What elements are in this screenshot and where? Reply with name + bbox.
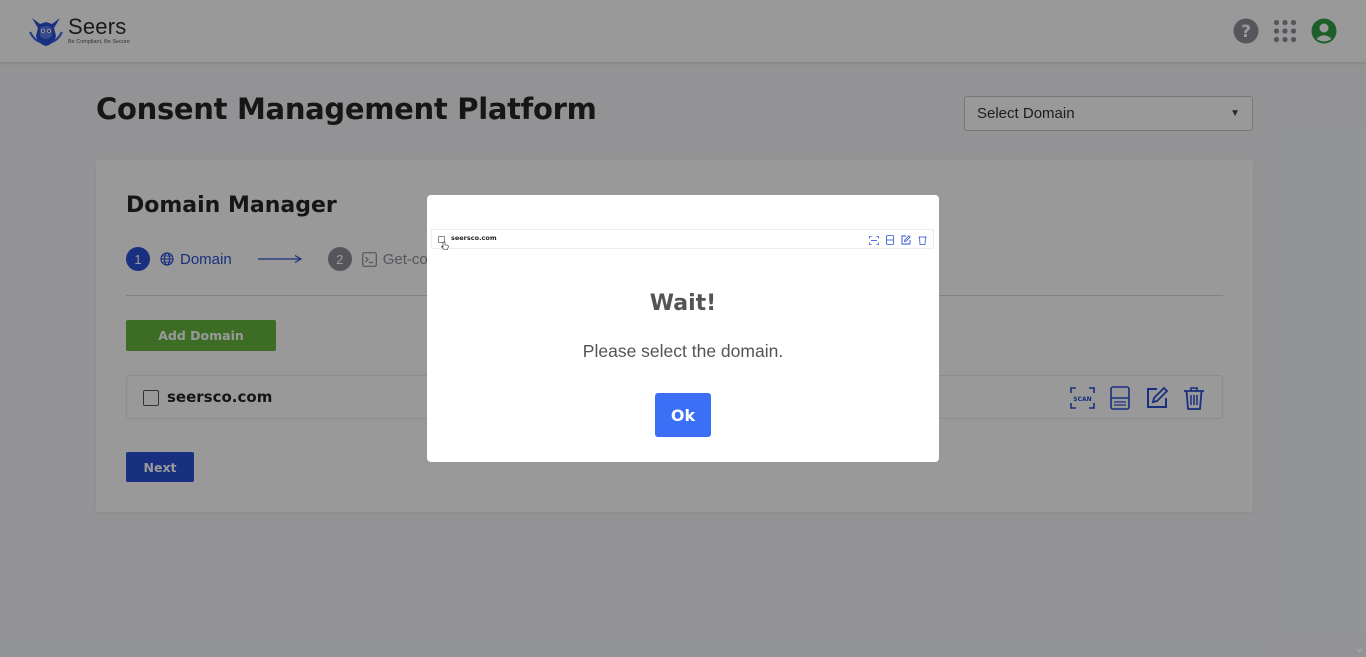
dialog-message: Please select the domain. <box>582 341 784 361</box>
scroll-down-icon[interactable] <box>1356 648 1363 654</box>
preview-edit-icon <box>901 235 911 245</box>
preview-trash-icon <box>917 235 927 245</box>
ok-button[interactable]: Ok <box>655 393 711 437</box>
domain-row-preview-image: seersco.com <box>431 229 934 250</box>
preview-save-icon <box>885 235 895 245</box>
cursor-hand-icon <box>441 241 449 250</box>
preview-scan-icon <box>869 235 879 245</box>
dialog-title: Wait! <box>649 291 717 316</box>
preview-domain-name: seersco.com <box>451 234 497 242</box>
alert-dialog: seersco.com Wait! Please select the doma… <box>427 195 939 462</box>
